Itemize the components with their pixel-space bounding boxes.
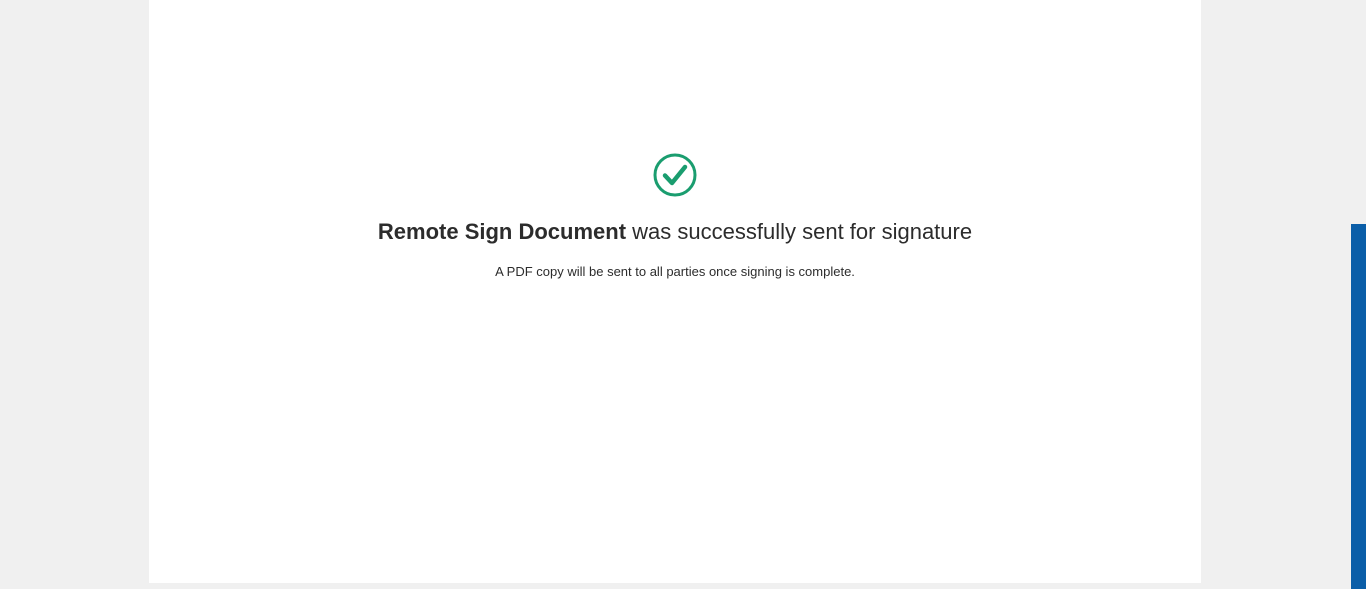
confirmation-card: Remote Sign Document was successfully se… <box>149 0 1201 583</box>
check-circle-icon <box>653 153 697 197</box>
confirmation-subtext: A PDF copy will be sent to all parties o… <box>495 264 855 279</box>
confirmation-headline: Remote Sign Document was successfully se… <box>149 218 1201 246</box>
document-name: Remote Sign Document <box>377 219 627 244</box>
side-panel-tab[interactable] <box>1351 224 1366 589</box>
confirmation-message: was successfully sent for signature <box>626 219 973 244</box>
confirmation-content: Remote Sign Document was successfully se… <box>149 152 1201 281</box>
